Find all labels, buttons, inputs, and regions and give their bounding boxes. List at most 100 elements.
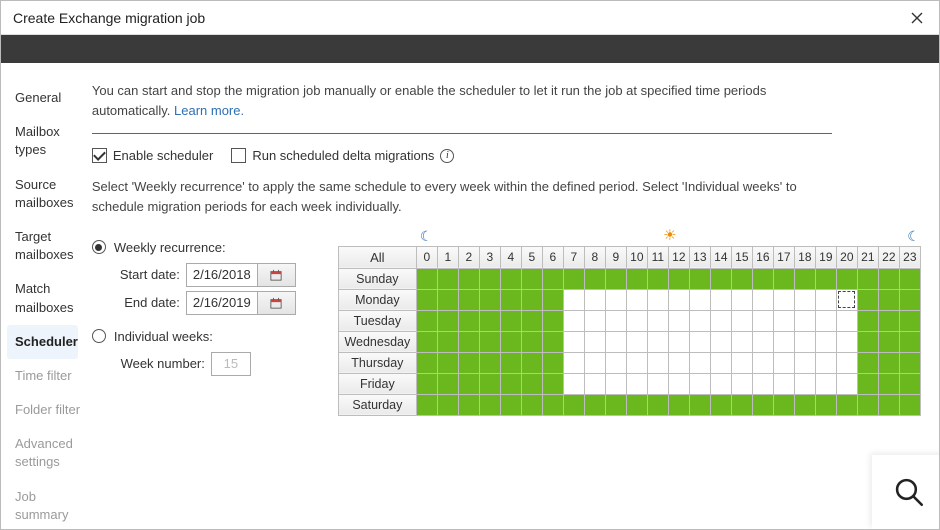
- schedule-cell[interactable]: [878, 373, 899, 394]
- schedule-cell[interactable]: [479, 268, 500, 289]
- schedule-cell[interactable]: [542, 310, 563, 331]
- schedule-cell[interactable]: [794, 331, 815, 352]
- schedule-cell[interactable]: [584, 268, 605, 289]
- schedule-cell[interactable]: [773, 289, 794, 310]
- schedule-hour-header-7[interactable]: 7: [563, 246, 584, 268]
- individual-weeks-radio[interactable]: [92, 329, 106, 343]
- schedule-cell[interactable]: [479, 310, 500, 331]
- schedule-cell[interactable]: [857, 373, 878, 394]
- schedule-cell[interactable]: [752, 373, 773, 394]
- schedule-cell[interactable]: [878, 310, 899, 331]
- schedule-cell[interactable]: [731, 331, 752, 352]
- schedule-cell[interactable]: [542, 352, 563, 373]
- schedule-cell[interactable]: [794, 289, 815, 310]
- schedule-cell[interactable]: [668, 310, 689, 331]
- schedule-cell[interactable]: [647, 310, 668, 331]
- schedule-cell[interactable]: [857, 310, 878, 331]
- schedule-cell[interactable]: [899, 331, 920, 352]
- schedule-cell[interactable]: [647, 394, 668, 415]
- schedule-cell[interactable]: [605, 289, 626, 310]
- schedule-cell[interactable]: [899, 394, 920, 415]
- schedule-cell[interactable]: [500, 352, 521, 373]
- schedule-cell[interactable]: [500, 310, 521, 331]
- schedule-cell[interactable]: [584, 310, 605, 331]
- schedule-cell[interactable]: [899, 310, 920, 331]
- schedule-cell[interactable]: [416, 289, 437, 310]
- schedule-cell[interactable]: [563, 289, 584, 310]
- schedule-cell[interactable]: [542, 394, 563, 415]
- schedule-cell[interactable]: [899, 289, 920, 310]
- sidebar-item-advanced-settings[interactable]: Advanced settings: [1, 427, 84, 479]
- schedule-cell[interactable]: [836, 331, 857, 352]
- schedule-cell[interactable]: [416, 310, 437, 331]
- schedule-cell[interactable]: [752, 310, 773, 331]
- schedule-cell[interactable]: [542, 289, 563, 310]
- schedule-cell[interactable]: [752, 352, 773, 373]
- schedule-cell[interactable]: [605, 310, 626, 331]
- schedule-cell[interactable]: [563, 394, 584, 415]
- schedule-cell[interactable]: [878, 268, 899, 289]
- schedule-cell[interactable]: [584, 373, 605, 394]
- schedule-cell[interactable]: [668, 331, 689, 352]
- schedule-cell[interactable]: [815, 352, 836, 373]
- schedule-hour-header-2[interactable]: 2: [458, 246, 479, 268]
- schedule-cell[interactable]: [878, 331, 899, 352]
- schedule-cell[interactable]: [689, 310, 710, 331]
- schedule-cell[interactable]: [416, 331, 437, 352]
- schedule-cell[interactable]: [815, 394, 836, 415]
- schedule-cell[interactable]: [773, 373, 794, 394]
- schedule-cell[interactable]: [731, 289, 752, 310]
- schedule-cell[interactable]: [710, 373, 731, 394]
- schedule-cell[interactable]: [689, 289, 710, 310]
- schedule-cell[interactable]: [836, 289, 857, 310]
- schedule-hour-header-20[interactable]: 20: [836, 246, 857, 268]
- schedule-cell[interactable]: [521, 373, 542, 394]
- schedule-cell[interactable]: [521, 289, 542, 310]
- schedule-cell[interactable]: [752, 289, 773, 310]
- schedule-hour-header-19[interactable]: 19: [815, 246, 836, 268]
- schedule-hour-header-15[interactable]: 15: [731, 246, 752, 268]
- schedule-cell[interactable]: [479, 352, 500, 373]
- schedule-cell[interactable]: [458, 289, 479, 310]
- end-date-input[interactable]: 2/16/2019: [186, 291, 296, 315]
- schedule-cell[interactable]: [647, 289, 668, 310]
- schedule-cell[interactable]: [794, 310, 815, 331]
- schedule-cell[interactable]: [500, 331, 521, 352]
- schedule-cell[interactable]: [458, 331, 479, 352]
- schedule-hour-header-3[interactable]: 3: [479, 246, 500, 268]
- sidebar-item-job-summary[interactable]: Job summary: [1, 480, 84, 529]
- schedule-cell[interactable]: [521, 352, 542, 373]
- schedule-cell[interactable]: [668, 373, 689, 394]
- schedule-cell[interactable]: [563, 352, 584, 373]
- schedule-cell[interactable]: [773, 331, 794, 352]
- schedule-day-header-tuesday[interactable]: Tuesday: [338, 310, 416, 331]
- schedule-cell[interactable]: [458, 310, 479, 331]
- sidebar-item-source-mailboxes[interactable]: Source mailboxes: [1, 168, 84, 220]
- schedule-cell[interactable]: [752, 268, 773, 289]
- schedule-hour-header-8[interactable]: 8: [584, 246, 605, 268]
- schedule-cell[interactable]: [668, 268, 689, 289]
- schedule-all-header[interactable]: All: [338, 246, 416, 268]
- schedule-cell[interactable]: [752, 331, 773, 352]
- schedule-cell[interactable]: [731, 352, 752, 373]
- schedule-cell[interactable]: [857, 352, 878, 373]
- schedule-cell[interactable]: [479, 331, 500, 352]
- info-icon[interactable]: i: [440, 149, 454, 163]
- schedule-cell[interactable]: [815, 289, 836, 310]
- schedule-cell[interactable]: [689, 352, 710, 373]
- schedule-cell[interactable]: [500, 394, 521, 415]
- schedule-cell[interactable]: [857, 289, 878, 310]
- schedule-cell[interactable]: [521, 331, 542, 352]
- schedule-cell[interactable]: [836, 394, 857, 415]
- schedule-cell[interactable]: [878, 394, 899, 415]
- schedule-cell[interactable]: [437, 373, 458, 394]
- schedule-cell[interactable]: [437, 331, 458, 352]
- schedule-cell[interactable]: [899, 352, 920, 373]
- schedule-cell[interactable]: [500, 373, 521, 394]
- schedule-cell[interactable]: [563, 373, 584, 394]
- schedule-hour-header-22[interactable]: 22: [878, 246, 899, 268]
- schedule-cell[interactable]: [626, 352, 647, 373]
- schedule-hour-header-4[interactable]: 4: [500, 246, 521, 268]
- schedule-cell[interactable]: [731, 268, 752, 289]
- schedule-cell[interactable]: [605, 373, 626, 394]
